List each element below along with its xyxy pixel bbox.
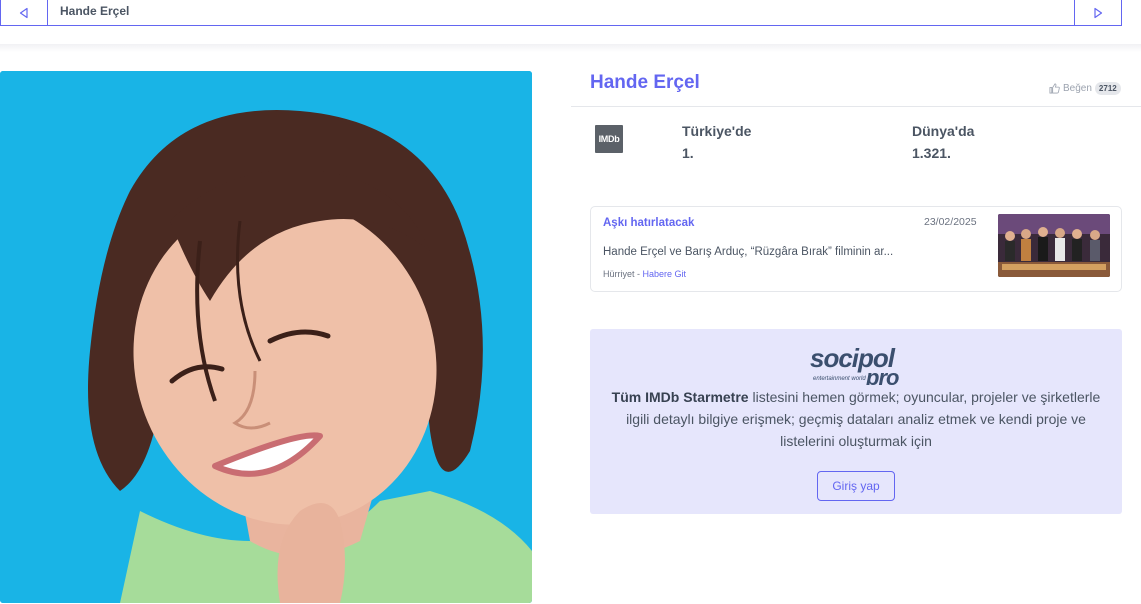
like-count: 2712 — [1094, 82, 1121, 95]
thumbs-up-icon — [1049, 83, 1060, 94]
socipol-logo: socipol entertainment world pro — [808, 341, 918, 390]
news-card[interactable]: Aşkı hatırlatacak 23/02/2025 Hande Erçel… — [590, 206, 1122, 292]
profile-photo — [0, 71, 532, 603]
news-source: Hürriyet — [603, 269, 635, 279]
news-thumbnail[interactable] — [998, 214, 1110, 277]
imdb-logo: IMDb — [595, 125, 623, 153]
turkey-rank-value: 1. — [682, 145, 694, 161]
world-rank-label: Dünya'da — [912, 123, 975, 139]
triangle-left-icon — [19, 7, 28, 18]
section-divider — [571, 106, 1141, 107]
news-link[interactable]: Habere Git — [643, 269, 687, 279]
turkey-rank-label: Türkiye'de — [682, 123, 752, 139]
promo-text: Tüm IMDb Starmetre listesini hemen görme… — [602, 386, 1110, 452]
news-source-line: Hürriyet - Habere Git — [603, 269, 686, 279]
header-shadow — [0, 44, 1141, 52]
promo-text-bold: Tüm IMDb Starmetre — [611, 389, 749, 405]
top-nav-bar: Hande Erçel — [0, 0, 1122, 26]
news-date: 23/02/2025 — [924, 216, 977, 228]
next-button[interactable] — [1074, 0, 1121, 25]
promo-box: socipol entertainment world pro Tüm IMDb… — [590, 329, 1122, 514]
triangle-right-icon — [1094, 7, 1103, 18]
news-snippet: Hande Erçel ve Barış Arduç, “Rüzgâra Bır… — [603, 246, 894, 258]
login-button[interactable]: Giriş yap — [817, 471, 895, 501]
nav-title: Hande Erçel — [60, 4, 130, 18]
previous-button[interactable] — [1, 0, 48, 25]
news-separator: - — [634, 269, 643, 279]
world-rank-value: 1.321. — [912, 145, 951, 161]
logo-tagline: entertainment world — [813, 376, 866, 382]
like-button[interactable]: Beğen 2712 — [1049, 82, 1121, 95]
person-name: Hande Erçel — [590, 72, 700, 93]
like-label: Beğen — [1063, 83, 1092, 94]
news-title[interactable]: Aşkı hatırlatacak — [603, 217, 694, 229]
logo-sub: pro — [865, 365, 899, 385]
